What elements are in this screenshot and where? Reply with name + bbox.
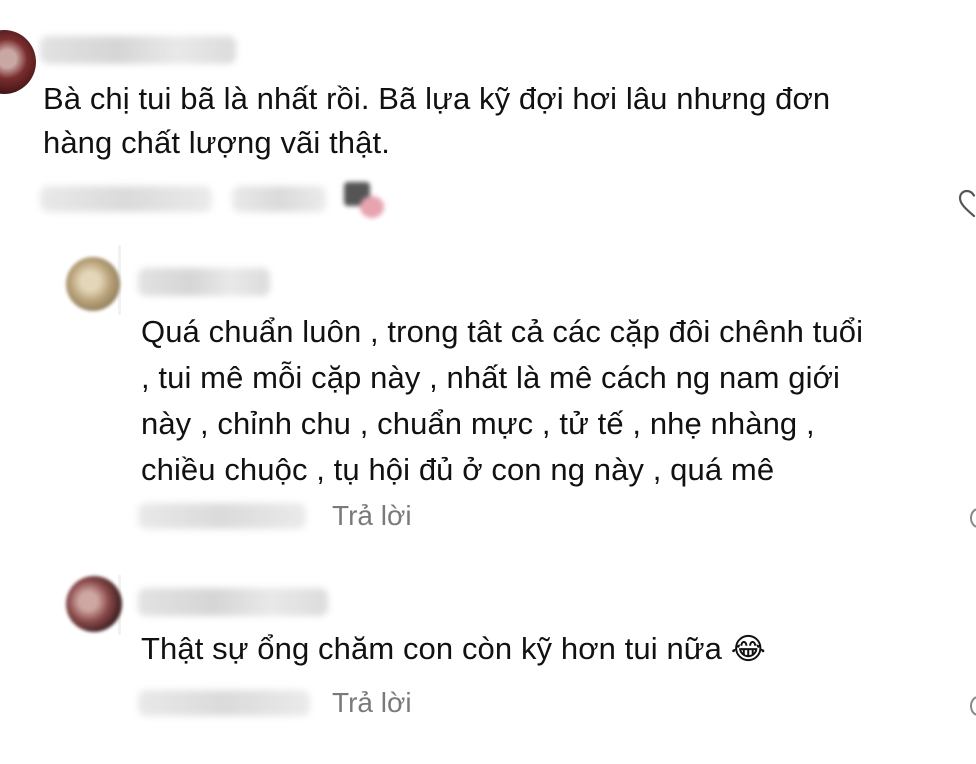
author-name-blurred[interactable] bbox=[138, 268, 270, 296]
reply-text: Thật sự ổng chăm con còn kỹ hơn tui nữa … bbox=[141, 626, 961, 673]
reply-text-line: này , chỉnh chu , chuẩn mực , tử tế , nh… bbox=[141, 406, 815, 441]
avatar[interactable] bbox=[0, 30, 36, 94]
comment-timestamp-blurred bbox=[40, 186, 212, 212]
avatar[interactable] bbox=[66, 576, 122, 632]
author-name-blurred[interactable] bbox=[40, 36, 236, 64]
reply-timestamp-blurred bbox=[138, 503, 306, 529]
comment-action-blurred[interactable] bbox=[232, 186, 326, 212]
reply-button[interactable]: Trả lời bbox=[332, 687, 412, 719]
reply-text-line: , tui mê mỗi cặp này , nhất là mê cách n… bbox=[141, 360, 841, 395]
reply-text-line: Quá chuẩn luôn , trong tât cả các cặp đô… bbox=[141, 314, 864, 349]
reply-timestamp-blurred bbox=[138, 690, 310, 716]
reply-text-line: chiều chuộc , tụ hội đủ ở con ng này , q… bbox=[141, 452, 775, 487]
author-name-blurred[interactable] bbox=[138, 588, 328, 616]
tears-of-joy-emoji: 😂 bbox=[730, 632, 766, 667]
reply-button[interactable]: Trả lời bbox=[332, 500, 412, 532]
comment-text-line: Bà chị tui bã là nhất rồi. Bã lựa kỹ đợi… bbox=[43, 81, 831, 116]
like-icon-edge[interactable] bbox=[970, 696, 976, 716]
heart-icon[interactable] bbox=[958, 188, 976, 218]
avatar[interactable] bbox=[66, 257, 120, 311]
reply-text: Quá chuẩn luôn , trong tât cả các cặp đô… bbox=[141, 309, 961, 493]
reaction-icon[interactable] bbox=[344, 182, 388, 222]
comment-text-line: hàng chất lượng vãi thật. bbox=[43, 125, 390, 160]
like-icon-edge[interactable] bbox=[970, 508, 976, 528]
comment-text: Bà chị tui bã là nhất rồi. Bã lựa kỹ đợi… bbox=[43, 77, 943, 165]
reply-text-line: Thật sự ổng chăm con còn kỹ hơn tui nữa bbox=[141, 631, 722, 666]
